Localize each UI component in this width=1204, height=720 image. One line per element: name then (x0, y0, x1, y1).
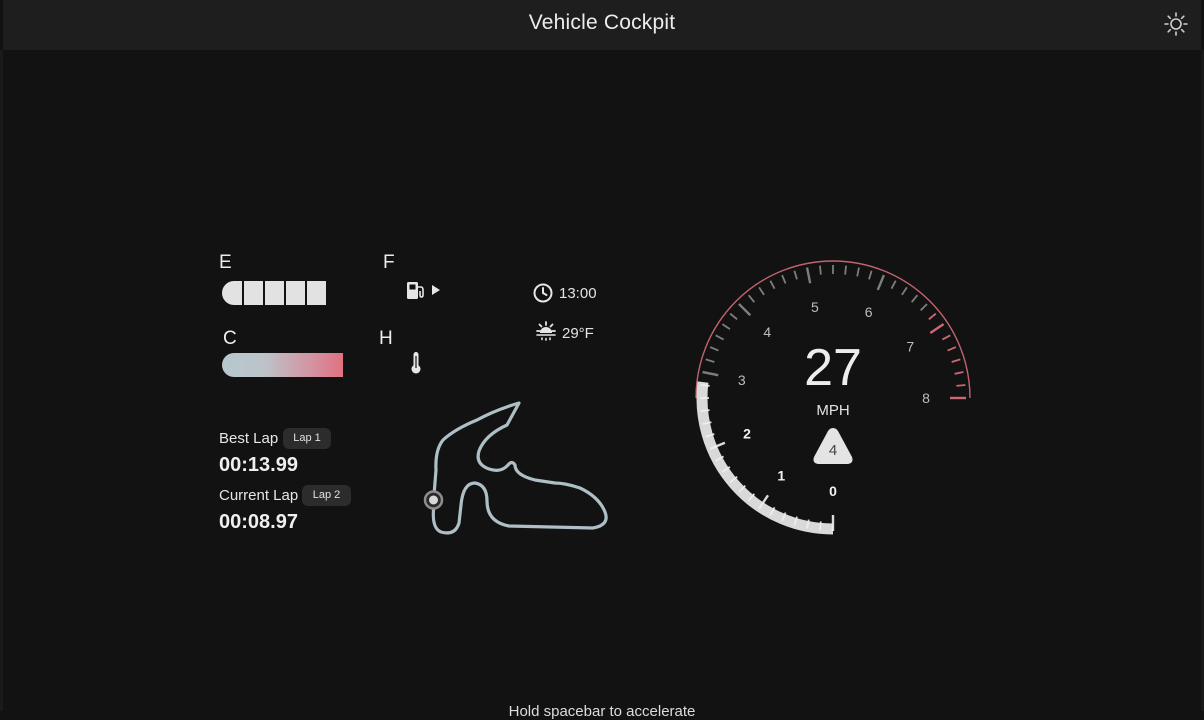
page-title: Vehicle Cockpit (528, 11, 676, 34)
speedometer-tick-label: 0 (829, 483, 837, 499)
track-map (423, 401, 608, 535)
speedometer-tick-labels: 0 1 2 3 4 5 6 7 8 (738, 299, 930, 499)
speedometer-tick (819, 265, 822, 275)
current-lap-chip: Lap 2 (302, 485, 351, 506)
speedometer-tick (956, 384, 966, 387)
fuel-full-label: F (383, 252, 395, 273)
current-lap-time: 00:08.97 (219, 511, 298, 533)
speedometer-tick-label: 8 (922, 390, 930, 406)
speedometer-tick (856, 267, 860, 277)
speedometer-tick-label: 6 (865, 304, 873, 320)
title-bar: Vehicle Cockpit (3, 0, 1201, 50)
speedometer-tick (705, 358, 715, 363)
speedometer-tick (758, 286, 765, 296)
temperature-fill (222, 353, 343, 377)
speed-value: 27 (804, 339, 862, 397)
speedometer-tick (941, 334, 951, 341)
speedometer-tick (890, 280, 897, 290)
speedometer-tick (805, 267, 812, 284)
clock-icon (533, 283, 553, 303)
best-lap-chip: Lap 1 (283, 428, 331, 449)
speedometer-tick (715, 334, 725, 341)
speedometer-tick (947, 346, 957, 352)
theme-toggle-button[interactable] (1163, 11, 1189, 37)
track-path (431, 401, 608, 535)
temperature-bar (222, 353, 390, 377)
fuel-empty-label: E (219, 252, 232, 273)
sun-icon (1164, 12, 1188, 36)
speedometer-tick (819, 521, 822, 531)
speedometer-tick (781, 274, 787, 284)
fuel-segment (307, 281, 326, 305)
speedometer-tick (910, 294, 919, 303)
weather-temperature: 29°F (562, 325, 594, 342)
speedometer-tick (868, 270, 873, 280)
speedometer-tick-label: 2 (743, 426, 751, 442)
speedometer-tick (954, 371, 964, 375)
speedometer-tick (901, 286, 908, 296)
left-border (0, 50, 3, 711)
fuel-pump-icon (407, 282, 440, 299)
speedometer-tick (844, 265, 847, 275)
accelerate-hint: Hold spacebar to accelerate (508, 703, 696, 720)
speedometer-tick (702, 370, 719, 377)
speedometer-tick (928, 312, 937, 321)
speedometer: 0 1 2 3 4 5 6 7 8 27 MPH 4 (695, 260, 971, 535)
speedometer-tick-label: 4 (763, 324, 771, 340)
speedometer-tick (876, 274, 886, 291)
speedometer-tick (929, 323, 945, 334)
best-lap-label: Best Lap (219, 430, 279, 447)
speedometer-tick (709, 346, 719, 352)
speedometer-tick-label: 5 (811, 299, 819, 315)
clock-time: 13:00 (559, 285, 597, 302)
best-lap-time: 00:13.99 (219, 454, 298, 476)
speed-unit: MPH (816, 402, 849, 419)
speedometer-tick (951, 358, 961, 363)
speed-progress-arc (696, 381, 834, 535)
speedometer-tick (793, 270, 798, 280)
speedometer-tick (729, 312, 738, 321)
temp-hot-label: H (379, 328, 393, 349)
speedometer-tick-label: 7 (906, 338, 914, 354)
speedometer-tick (721, 323, 731, 330)
speedometer-tick-label: 3 (738, 372, 746, 388)
temp-cold-label: C (223, 328, 237, 349)
fuel-segment (244, 281, 263, 305)
speedometer-tick-label: 1 (777, 467, 785, 483)
car-position-dot (429, 495, 438, 505)
fuel-segment (286, 281, 305, 305)
fuel-level-bar (222, 281, 390, 305)
thermometer-icon (411, 352, 421, 374)
speedometer-tick (920, 303, 928, 311)
gear-value: 4 (829, 442, 837, 459)
fuel-segment (265, 281, 284, 305)
speedometer-tick (738, 303, 752, 317)
speedometer-tick (769, 280, 776, 290)
fuel-segment (222, 281, 242, 305)
speedometer-tick (747, 294, 756, 303)
speedometer-tick (700, 409, 710, 412)
current-lap-label: Current Lap (219, 487, 299, 504)
sun-cloud-icon (536, 321, 556, 341)
speedometer-tick (700, 384, 710, 387)
